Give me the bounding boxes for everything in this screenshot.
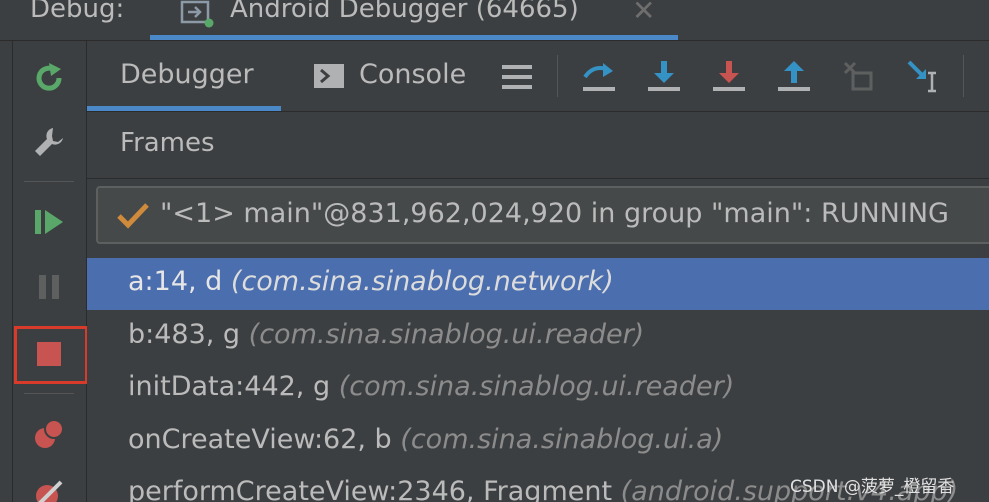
frame-row[interactable]: a:14, d (com.sina.sinablog.network) bbox=[87, 258, 989, 310]
csdn-watermark: CSDN @菠萝_橙留香 bbox=[790, 477, 955, 497]
run-to-cursor-icon bbox=[907, 60, 936, 93]
toolbar-separator bbox=[24, 181, 74, 182]
toolbar-separator bbox=[963, 55, 964, 97]
tab-debugger[interactable]: Debugger bbox=[87, 41, 281, 111]
frame-package: (com.sina.sinablog.network) bbox=[230, 266, 614, 297]
session-title: Android Debugger (64665) bbox=[230, 0, 579, 24]
rerun-icon bbox=[36, 63, 62, 91]
show-execution-point-button[interactable] bbox=[579, 57, 619, 97]
stop-icon bbox=[37, 342, 61, 366]
view-breakpoints-button[interactable] bbox=[26, 411, 72, 457]
close-session-icon[interactable]: ✕ bbox=[632, 0, 655, 27]
frame-entry: initData:442, g (com.sina.sinablog.ui.re… bbox=[128, 371, 734, 402]
frame-row[interactable]: b:483, g (com.sina.sinablog.ui.reader) bbox=[87, 311, 989, 363]
view-breakpoints-icon bbox=[35, 419, 64, 448]
drop-frame-icon bbox=[843, 61, 873, 91]
toolbar-separator bbox=[557, 55, 558, 97]
frame-method: onCreateView:62, b bbox=[128, 424, 392, 455]
step-into-button[interactable] bbox=[644, 57, 684, 97]
thread-selector[interactable]: "<1> main"@831,962,024,920 in group "mai… bbox=[96, 186, 989, 244]
frame-row[interactable]: initData:442, g (com.sina.sinablog.ui.re… bbox=[87, 363, 989, 415]
frame-method: initData:442, g bbox=[128, 371, 331, 402]
resume-icon bbox=[35, 210, 63, 234]
debug-tool-window: Debug: Android Debugger (64665) ✕ Debugg… bbox=[0, 0, 989, 502]
run-to-cursor-button[interactable] bbox=[904, 57, 944, 97]
frame-method: performCreateView:2346, Fragment bbox=[128, 476, 613, 502]
mute-breakpoints-icon bbox=[36, 480, 63, 502]
force-step-into-button[interactable] bbox=[709, 57, 749, 97]
active-tab-underline bbox=[87, 106, 281, 111]
tab-console-label: Console bbox=[359, 59, 467, 90]
step-out-button[interactable] bbox=[774, 57, 814, 97]
left-edge-divider bbox=[12, 41, 13, 502]
debug-label: Debug: bbox=[30, 0, 125, 24]
step-into-icon bbox=[648, 61, 680, 91]
frames-list: a:14, d (com.sina.sinablog.network) b:48… bbox=[87, 258, 989, 502]
checkmark-icon bbox=[116, 200, 150, 234]
resume-button[interactable] bbox=[26, 199, 72, 245]
thread-selector-value: "<1> main"@831,962,024,920 in group "mai… bbox=[160, 198, 949, 229]
step-out-icon bbox=[778, 61, 810, 91]
android-debugger-icon bbox=[180, 0, 216, 28]
frame-package: (com.sina.sinablog.ui.reader) bbox=[338, 371, 735, 402]
left-debug-toolbar bbox=[0, 41, 88, 502]
console-icon bbox=[313, 63, 345, 93]
drop-frame-button[interactable] bbox=[839, 57, 879, 97]
debug-session-bar: Debug: Android Debugger (64665) ✕ bbox=[0, 0, 989, 41]
mute-breakpoints-button[interactable] bbox=[26, 469, 72, 502]
frame-method: b:483, g bbox=[128, 319, 241, 350]
tab-console[interactable]: Console bbox=[313, 41, 483, 111]
debugger-toolbar: Debugger Console bbox=[87, 41, 989, 112]
tab-debugger-label: Debugger bbox=[120, 59, 254, 90]
frame-package: (com.sina.sinablog.ui.a) bbox=[400, 424, 724, 455]
settings-button[interactable] bbox=[26, 119, 72, 165]
layout-icon bbox=[502, 65, 532, 89]
rerun-button[interactable] bbox=[26, 55, 72, 101]
pause-icon bbox=[39, 275, 59, 299]
active-tab-underline bbox=[150, 35, 678, 40]
frame-entry: a:14, d (com.sina.sinablog.network) bbox=[128, 266, 614, 297]
frame-package: (com.sina.sinablog.ui.reader) bbox=[248, 319, 645, 350]
stop-button[interactable] bbox=[26, 331, 72, 377]
force-step-into-icon bbox=[713, 61, 745, 91]
pause-button[interactable] bbox=[26, 264, 72, 310]
frame-entry: onCreateView:62, b (com.sina.sinablog.ui… bbox=[128, 424, 723, 455]
frames-header-label: Frames bbox=[120, 128, 215, 158]
toolbar-separator bbox=[24, 393, 74, 394]
frame-row[interactable]: onCreateView:62, b (com.sina.sinablog.ui… bbox=[87, 416, 989, 468]
settings-wrench-icon bbox=[35, 128, 63, 156]
layout-button[interactable] bbox=[497, 57, 537, 97]
show-execution-point-icon bbox=[583, 63, 615, 91]
session-tab-android-debugger[interactable]: Android Debugger (64665) ✕ bbox=[150, 0, 678, 40]
frame-method: a:14, d bbox=[128, 266, 223, 297]
frame-entry: b:483, g (com.sina.sinablog.ui.reader) bbox=[128, 319, 644, 350]
frames-panel-header: Frames bbox=[87, 112, 989, 179]
